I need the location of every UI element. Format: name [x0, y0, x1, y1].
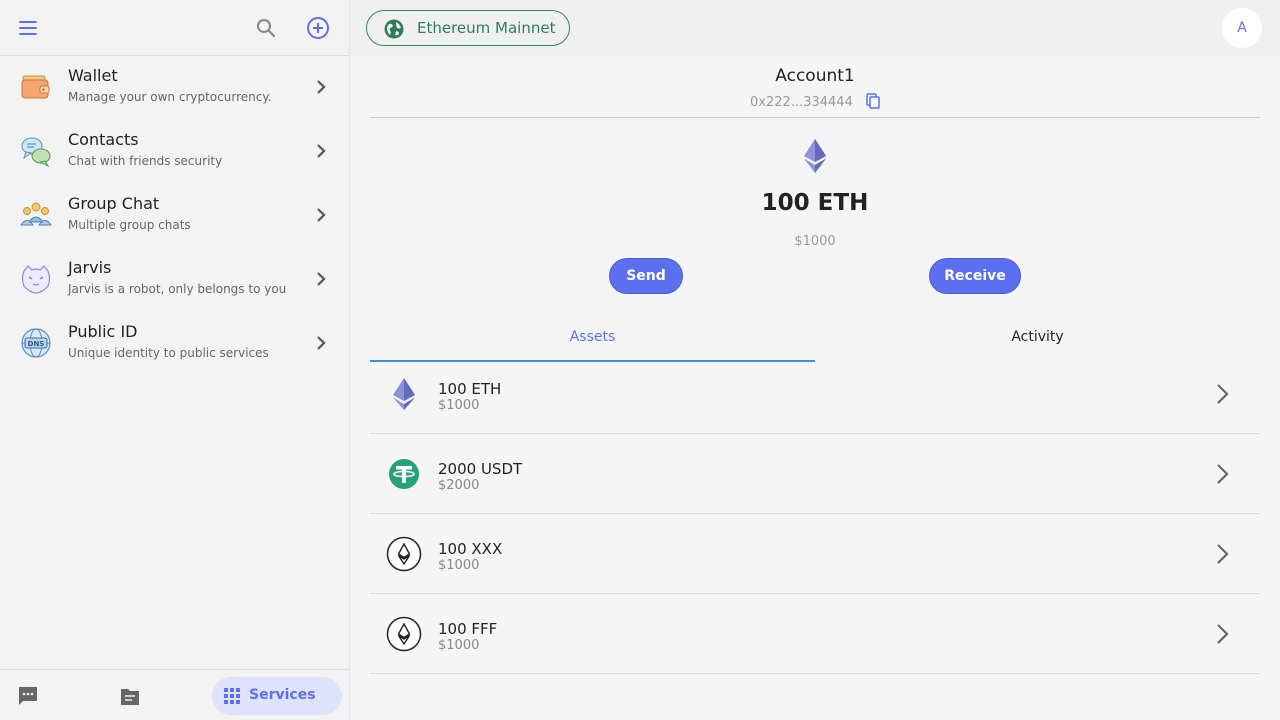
service-title: Group Chat: [68, 194, 160, 213]
asset-fiat: $2000: [438, 478, 480, 493]
eth-icon: [393, 378, 415, 410]
chevron-right-icon: [317, 144, 326, 158]
usdt-icon: [389, 459, 419, 489]
sidebar: Wallet Manage your own cryptocurrency. C…: [0, 0, 350, 720]
network-label: Ethereum Mainnet: [417, 19, 556, 37]
asset-row-usdt[interactable]: 2000 USDT $2000: [370, 434, 1260, 514]
services-nav-button[interactable]: Services: [212, 677, 342, 715]
copy-icon[interactable]: [866, 93, 880, 109]
receive-button[interactable]: Receive: [929, 258, 1021, 294]
asset-amount: 100 XXX: [438, 540, 503, 558]
jarvis-icon: [21, 265, 51, 294]
dns-icon: DNS: [21, 328, 51, 358]
chat-icon[interactable]: [17, 685, 39, 707]
service-item-group-chat[interactable]: Group Chat Multiple group chats: [0, 185, 350, 249]
network-selector[interactable]: Ethereum Mainnet: [366, 10, 570, 46]
asset-amount: 100 FFF: [438, 620, 498, 638]
chevron-right-icon: [317, 80, 326, 94]
chevron-right-icon: [1217, 624, 1229, 644]
service-description: Unique identity to public services: [68, 346, 269, 360]
service-description: Manage your own cryptocurrency.: [68, 90, 272, 104]
chevron-right-icon: [1217, 544, 1229, 564]
service-item-jarvis[interactable]: Jarvis Jarvis is a robot, only belongs t…: [0, 249, 350, 313]
avatar[interactable]: A: [1222, 8, 1262, 48]
globe-icon: [384, 19, 404, 39]
service-description: Chat with friends security: [68, 154, 223, 168]
chevron-right-icon: [317, 208, 326, 222]
token-icon: [386, 536, 422, 572]
token-icon: [386, 616, 422, 652]
menu-icon[interactable]: [18, 18, 38, 38]
asset-row-fff[interactable]: 100 FFF $1000: [370, 594, 1260, 674]
service-item-contacts[interactable]: Contacts Chat with friends security: [0, 121, 350, 185]
divider: [370, 117, 1260, 118]
asset-fiat: $1000: [438, 558, 480, 573]
chevron-right-icon: [317, 336, 326, 350]
search-icon[interactable]: [255, 17, 277, 39]
chevron-right-icon: [317, 272, 326, 286]
contacts-icon: [21, 137, 51, 167]
eth-icon: [804, 139, 826, 173]
wallet-icon: [21, 75, 50, 99]
asset-fiat: $1000: [438, 638, 480, 653]
bottom-nav: Services: [0, 669, 350, 720]
wallet-main-panel: Ethereum Mainnet A Account1 0x222...3344…: [350, 0, 1280, 720]
chevron-right-icon: [1217, 464, 1229, 484]
account-address-row: 0x222...334444: [350, 91, 1280, 110]
balance-fiat: $1000: [794, 234, 836, 249]
group-chat-icon: [20, 202, 52, 226]
top-bar: Ethereum Mainnet A: [350, 0, 1280, 56]
svg-text:DNS: DNS: [28, 340, 45, 348]
service-title: Wallet: [68, 66, 118, 85]
asset-row-xxx[interactable]: 100 XXX $1000: [370, 514, 1260, 594]
service-description: Jarvis is a robot, only belongs to you: [68, 282, 287, 296]
account-address: 0x222...334444: [750, 95, 853, 110]
balance-amount: 100 ETH: [761, 190, 869, 216]
asset-amount: 2000 USDT: [438, 460, 523, 478]
service-item-public-id[interactable]: DNS Public ID Unique identity to public …: [0, 313, 350, 377]
services-nav-label: Services: [249, 687, 316, 703]
service-description: Multiple group chats: [68, 218, 191, 232]
chevron-right-icon: [1217, 384, 1229, 404]
folder-icon[interactable]: [119, 686, 141, 708]
service-title: Jarvis: [68, 258, 112, 277]
send-button[interactable]: Send: [609, 258, 683, 294]
apps-grid-icon: [224, 688, 240, 704]
service-title: Contacts: [68, 130, 139, 149]
account-name: Account1: [775, 66, 855, 86]
sidebar-header: [0, 0, 349, 56]
asset-fiat: $1000: [438, 398, 480, 413]
service-title: Public ID: [68, 322, 138, 341]
add-circle-icon[interactable]: [306, 16, 330, 40]
asset-row-eth[interactable]: 100 ETH $1000: [370, 354, 1260, 434]
service-item-wallet[interactable]: Wallet Manage your own cryptocurrency.: [0, 57, 350, 121]
asset-amount: 100 ETH: [438, 380, 502, 398]
